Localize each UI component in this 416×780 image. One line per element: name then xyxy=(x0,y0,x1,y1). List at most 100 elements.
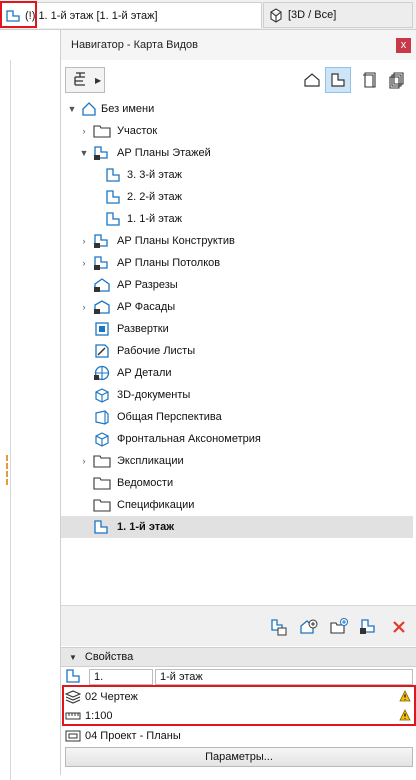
project-map-icon xyxy=(304,73,320,87)
properties-header[interactable]: ▼ Свойства xyxy=(61,647,416,667)
layout-book-button[interactable] xyxy=(356,67,382,93)
tree-item-label: АР Фасады xyxy=(117,301,176,313)
view-id-field[interactable]: 1. xyxy=(89,669,153,685)
tree-item-sections[interactable]: АР Разрезы xyxy=(61,274,413,296)
tree-item-worksheets[interactable]: Рабочие Листы xyxy=(61,340,413,362)
resize-handle[interactable] xyxy=(6,455,12,485)
scale-value: 1:100 xyxy=(85,709,113,722)
tree-item-label: Экспликации xyxy=(117,455,184,467)
clone-view-button[interactable] xyxy=(299,617,319,637)
new-folder-icon xyxy=(330,618,348,634)
warning-icon xyxy=(399,690,411,702)
panel-title-bar: Навигатор - Карта Видов x xyxy=(61,30,416,60)
floor-plan-icon xyxy=(65,668,81,684)
section-icon xyxy=(93,277,110,293)
warning-icon xyxy=(399,709,411,721)
interior-elevation-icon xyxy=(93,321,109,337)
chevron-right-icon[interactable]: › xyxy=(79,258,89,268)
properties-layer-row[interactable]: 02 Чертеж xyxy=(61,687,416,706)
chevron-right-icon[interactable]: › xyxy=(79,126,89,136)
tree-item-elevations[interactable]: › АР Фасады xyxy=(61,296,413,318)
properties-scale-row[interactable]: 1:100 xyxy=(61,706,416,725)
settings-button[interactable]: Параметры... xyxy=(65,747,413,767)
view-map-button[interactable] xyxy=(325,67,351,93)
tree-item-label: Ведомости xyxy=(117,477,174,489)
tree-item-label: 1. 1-й этаж xyxy=(117,521,175,533)
tree-item-axonometry[interactable]: Фронтальная Аксонометрия xyxy=(61,428,413,450)
tree-item-label: 1. 1-й этаж xyxy=(127,213,182,225)
chevron-right-icon[interactable]: › xyxy=(79,456,89,466)
tree-item-structural-plans[interactable]: › АР Планы Конструктив xyxy=(61,230,413,252)
floor-plan-icon xyxy=(93,519,109,535)
tree-item-label: Спецификации xyxy=(117,499,195,511)
properties-id-row: 1. 1-й этаж xyxy=(61,667,416,686)
folder-icon xyxy=(93,123,111,139)
folder-icon xyxy=(93,497,111,513)
tree-item-story-3[interactable]: 3. 3-й этаж xyxy=(61,164,413,186)
tree-item-label: АР Детали xyxy=(117,367,172,379)
tree-root[interactable]: ▼ Без имени xyxy=(61,98,413,120)
chevron-down-icon[interactable]: ▼ xyxy=(79,148,89,158)
new-subset-button[interactable] xyxy=(269,617,289,637)
view-map-icon xyxy=(331,73,345,87)
tree-item-label: 3D-документы xyxy=(117,389,191,401)
properties-title: Свойства xyxy=(84,651,134,663)
chevron-right-icon[interactable]: › xyxy=(79,236,89,246)
model-view-icon xyxy=(65,728,81,744)
tree-item-specifications[interactable]: Спецификации xyxy=(61,494,413,516)
chevron-right-icon[interactable]: › xyxy=(79,302,89,312)
tree-item-label: АР Планы Этажей xyxy=(117,147,211,159)
floor-plan-folder-icon xyxy=(93,233,109,249)
detail-icon xyxy=(93,365,110,381)
tree-item-explications[interactable]: › Экспликации xyxy=(61,450,413,472)
layout-book-icon xyxy=(363,72,376,88)
tree-item-story-1[interactable]: 1. 1-й этаж xyxy=(61,208,413,230)
view-settings-icon xyxy=(360,619,375,634)
tree-item-details[interactable]: АР Детали xyxy=(61,362,413,384)
tree-item-schedules[interactable]: Ведомости xyxy=(61,472,413,494)
floor-plan-icon xyxy=(105,211,121,227)
project-map-button[interactable] xyxy=(299,67,325,93)
publisher-sets-button[interactable] xyxy=(384,67,410,93)
tree-item-label: Общая Перспектива xyxy=(117,411,222,423)
view-tab-bar: (!) 1. 1-й этаж [1. 1-й этаж] [3D / Все] xyxy=(0,0,416,30)
navigator-options-dropdown[interactable]: ▶ xyxy=(65,67,105,93)
chevron-down-icon[interactable]: ▼ xyxy=(67,104,77,114)
scale-ruler-icon xyxy=(65,708,81,724)
view-map-tree: ▼ Без имени › Участок ▼ АР Планы Этажей xyxy=(61,98,416,638)
tree-item-selected-view[interactable]: 1. 1-й этаж xyxy=(61,516,413,538)
delete-button[interactable] xyxy=(389,617,409,637)
tree-options-icon xyxy=(71,71,91,89)
panel-title: Навигатор - Карта Видов xyxy=(71,39,198,51)
tree-item-site[interactable]: › Участок xyxy=(61,120,413,142)
tab-floor-plan[interactable]: (!) 1. 1-й этаж [1. 1-й этаж] xyxy=(0,2,262,28)
tree-item-floor-plans[interactable]: ▼ АР Планы Этажей xyxy=(61,142,413,164)
close-icon[interactable]: x xyxy=(396,38,411,53)
properties-model-view-row[interactable]: 04 Проект - Планы xyxy=(61,726,416,745)
tree-item-3d-documents[interactable]: 3D-документы xyxy=(61,384,413,406)
tab-3d-view[interactable]: [3D / Все] xyxy=(263,2,413,28)
new-folder-button[interactable] xyxy=(329,617,349,637)
view-settings-button[interactable] xyxy=(359,617,379,637)
worksheet-icon xyxy=(93,343,109,359)
model-view-value: 04 Проект - Планы xyxy=(85,729,181,742)
floor-plan-folder-icon xyxy=(93,145,109,161)
chevron-down-icon: ▼ xyxy=(69,652,77,662)
tree-item-label: Развертки xyxy=(117,323,169,335)
tree-item-perspective[interactable]: Общая Перспектива xyxy=(61,406,413,428)
left-dock-strip xyxy=(0,30,58,780)
layer-combination-value: 02 Чертеж xyxy=(85,690,138,703)
floor-plan-icon xyxy=(105,167,121,183)
view-name-field[interactable]: 1-й этаж xyxy=(155,669,413,685)
tree-item-story-2[interactable]: 2. 2-й этаж xyxy=(61,186,413,208)
tree-item-ceiling-plans[interactable]: › АР Планы Потолков xyxy=(61,252,413,274)
new-subset-icon xyxy=(271,619,287,636)
axonometry-icon xyxy=(93,431,109,447)
delete-icon xyxy=(393,621,405,633)
elevation-icon xyxy=(93,299,110,315)
tree-item-interior-elevations[interactable]: Развертки xyxy=(61,318,413,340)
navigator-bottom-toolbar xyxy=(61,605,416,646)
perspective-icon xyxy=(93,409,109,425)
tab-label: [3D / Все] xyxy=(288,9,337,21)
navigator-toolbar: ▶ xyxy=(61,61,416,97)
